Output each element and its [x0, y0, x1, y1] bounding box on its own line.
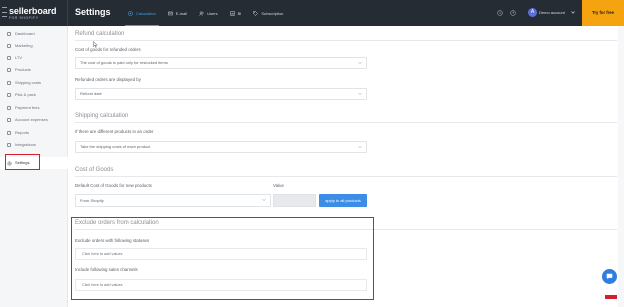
tab-bi[interactable]: BI — [224, 0, 248, 26]
help-icon[interactable] — [510, 10, 516, 16]
highlight-box-exclude — [71, 217, 374, 300]
status-badge — [605, 295, 617, 299]
refund-display-select[interactable]: Refund date — [75, 88, 367, 100]
sidebar-item-marketing[interactable]: Marketing — [0, 40, 68, 52]
field-label: If there are different products in an or… — [75, 129, 154, 134]
field-label: Default Cost of Goods for new products — [75, 183, 152, 188]
tab-users[interactable]: Users — [193, 0, 223, 26]
sidebar-item-pick-pack[interactable]: Pick & pack — [0, 89, 68, 101]
sidebar-item-label: Shipping costs — [15, 80, 42, 85]
chevron-down-icon — [358, 92, 362, 96]
divider — [75, 122, 617, 123]
sidebar-item-label: Pick & pack — [15, 92, 36, 97]
refund-cogs-select[interactable]: The cost of goods is paid only for resto… — [75, 57, 367, 69]
sidebar-item-label: Payment fees — [15, 105, 40, 110]
sidebar-item-label: Reports — [15, 130, 30, 135]
section-title-refund: Refund calculation — [75, 31, 125, 37]
account-name[interactable]: Demo account — [539, 9, 565, 17]
box-icon — [7, 68, 11, 72]
sidebar-item-payment-fees[interactable]: Payment fees — [0, 102, 68, 114]
calendar-icon[interactable] — [497, 10, 503, 16]
sidebar-item-dashboard[interactable]: Dashboard — [0, 28, 68, 40]
tab-label: Users — [207, 10, 218, 16]
logo[interactable]: sellerboard FOR SHOPIFY — [9, 6, 64, 22]
sidebar-item-ltv[interactable]: LTV — [0, 52, 68, 64]
divider — [75, 40, 617, 41]
chevron-down-icon — [358, 61, 362, 65]
divider — [75, 176, 617, 177]
tab-email[interactable]: E-mail — [162, 0, 193, 26]
chat-icon — [606, 273, 613, 280]
plug-icon — [7, 143, 11, 147]
app-window: sellerboard FOR SHOPIFY Settings Calcula… — [0, 0, 624, 307]
sidebar-item-label: Integrations — [15, 142, 36, 147]
sidebar-item-products[interactable]: Products — [0, 64, 68, 76]
sidebar-item-integrations[interactable]: Integrations — [0, 139, 68, 151]
chevron-down-icon — [358, 145, 362, 149]
field-label: Cost of goods for refunded orders — [75, 47, 141, 52]
field-label: Value — [273, 183, 284, 188]
truck-icon — [7, 81, 11, 85]
wallet-icon — [7, 118, 11, 122]
tab-label: E-mail — [175, 10, 188, 16]
logo-text: sellerboard — [9, 6, 57, 16]
try-for-free-button[interactable]: Try for free — [582, 0, 624, 26]
sidebar-item-label: Account expenses — [15, 117, 48, 122]
sidebar-item-reports[interactable]: Reports — [0, 127, 68, 139]
package-icon — [7, 93, 11, 97]
chart-icon — [7, 56, 11, 60]
apply-to-all-button[interactable]: apply to all products — [319, 194, 367, 207]
avatar[interactable]: A — [528, 8, 537, 17]
select-value: From Shopify — [80, 198, 104, 203]
sidebar-item-shipping-costs[interactable]: Shipping costs — [0, 77, 68, 89]
menu-icon[interactable] — [2, 7, 8, 17]
logo-subtext: FOR SHOPIFY — [9, 16, 39, 20]
dashboard-icon — [7, 32, 11, 36]
select-value: Take the shipping costs of each product — [80, 144, 151, 149]
tab-label: Calculation — [136, 10, 156, 16]
tag-icon — [253, 10, 259, 16]
chevron-down-icon — [262, 198, 266, 202]
mouse-cursor-icon — [93, 41, 98, 48]
bi-icon — [229, 11, 235, 15]
section-title-shipping: Shipping calculation — [75, 113, 129, 119]
sidebar-item-label: Products — [15, 67, 31, 72]
shipping-select[interactable]: Take the shipping costs of each product — [75, 141, 367, 153]
default-cogs-select[interactable]: From Shopify — [75, 194, 271, 207]
select-value: The cost of goods is paid only for resto… — [80, 60, 168, 65]
scrollbar[interactable] — [618, 26, 624, 307]
tab-calculation[interactable]: Calculation — [122, 0, 162, 26]
select-value: Refund date — [80, 91, 102, 96]
divider — [67, 0, 68, 26]
tab-subscription[interactable]: Subscription — [247, 0, 289, 26]
top-bar: sellerboard FOR SHOPIFY Settings Calcula… — [0, 0, 624, 26]
section-title-cogs: Cost of Goods — [75, 167, 114, 173]
highlight-box-settings — [5, 154, 40, 170]
users-icon — [199, 11, 204, 16]
settings-tabs: Calculation E-mail Users BI Subscription — [122, 0, 289, 26]
chat-button[interactable] — [602, 269, 617, 284]
field-label: Refunded orders are displayed by — [75, 77, 141, 82]
calculator-icon — [128, 10, 133, 16]
chevron-down-icon[interactable] — [571, 11, 575, 14]
sidebar-item-label: Marketing — [15, 43, 33, 48]
tab-label: Subscription — [261, 10, 284, 16]
sidebar-item-label: LTV — [15, 55, 23, 60]
tab-label: BI — [237, 10, 242, 16]
sidebar-item-label: Dashboard — [15, 31, 35, 36]
page-title: Settings — [75, 7, 111, 17]
card-icon — [7, 106, 11, 110]
email-icon — [168, 11, 173, 15]
sidebar-item-account-expenses[interactable]: Account expenses — [0, 114, 68, 126]
megaphone-icon — [7, 44, 11, 48]
cogs-value-input[interactable] — [273, 194, 316, 207]
report-icon — [7, 131, 11, 135]
